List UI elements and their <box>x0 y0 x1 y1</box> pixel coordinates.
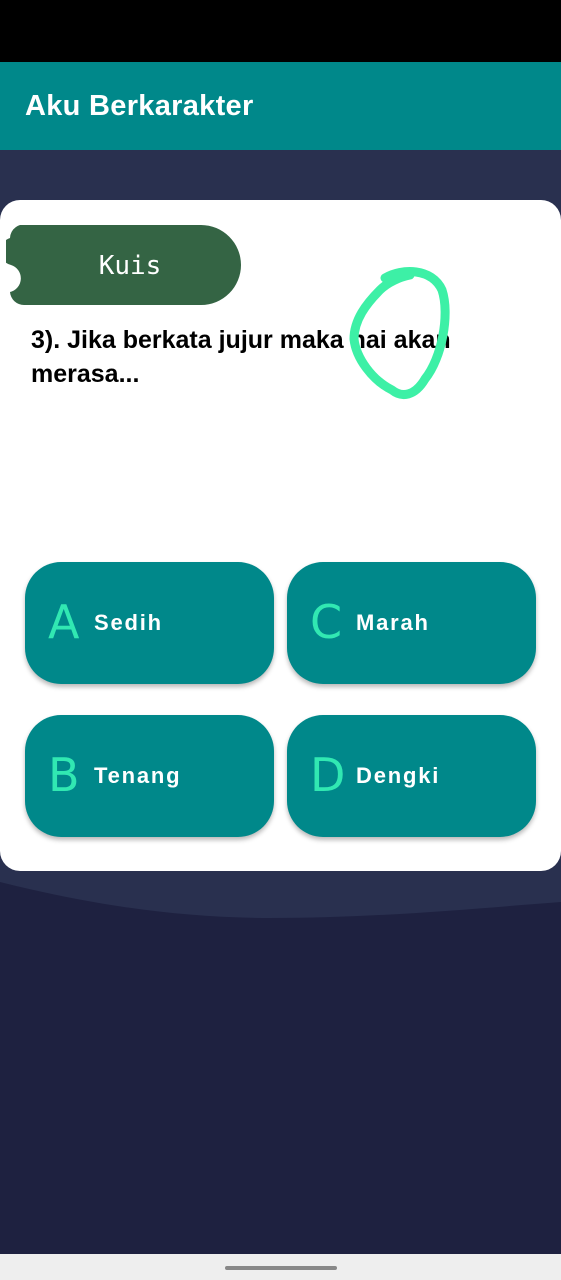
answer-letter-b: B <box>48 748 80 802</box>
answer-text-c: Marah <box>356 610 430 635</box>
answer-text-b: Tenang <box>94 763 182 788</box>
answer-letter-c: C <box>310 595 343 649</box>
answer-text-d: Dengki <box>356 763 441 788</box>
answer-button-c[interactable]: C Marah <box>287 562 536 684</box>
answer-letter-a: A <box>48 595 80 649</box>
home-gesture-handle[interactable] <box>225 1266 337 1270</box>
answer-button-a[interactable]: A Sedih <box>25 562 274 684</box>
answer-button-b[interactable]: B Tenang <box>25 715 274 837</box>
status-bar <box>0 0 561 62</box>
app-title: Aku Berkarakter <box>25 90 254 122</box>
answer-button-d[interactable]: D Dengki <box>287 715 536 837</box>
answer-letter-d: D <box>310 748 346 802</box>
question-text: 3). Jika berkata jujur maka hai akan mer… <box>31 326 451 388</box>
answer-text-a: Sedih <box>94 610 163 635</box>
quiz-tab-label: Kuis <box>98 251 162 281</box>
